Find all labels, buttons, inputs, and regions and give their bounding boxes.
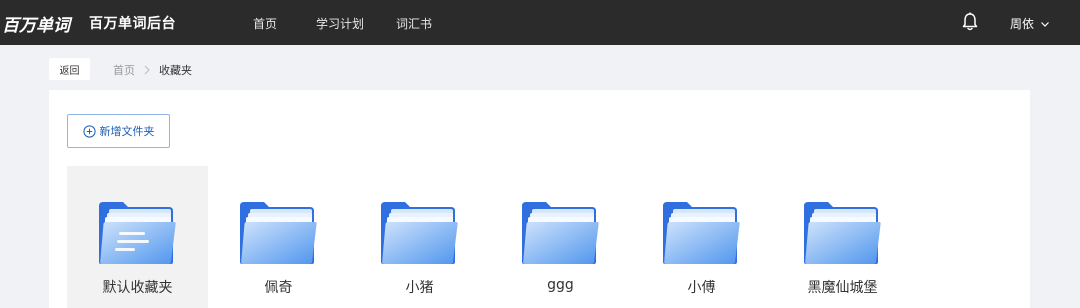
breadcrumb: 首页 收藏夹 xyxy=(113,62,192,78)
folder-item[interactable]: 默认收藏夹 xyxy=(67,166,208,308)
nav-vocabulary-books[interactable]: 词汇书 xyxy=(396,15,432,32)
folder-icon xyxy=(240,202,317,264)
nav-home[interactable]: 首页 xyxy=(253,15,277,32)
folder-item[interactable]: ggg xyxy=(490,166,631,308)
folder-icon xyxy=(663,202,740,264)
folder-icon xyxy=(99,202,176,264)
folder-name: 小傅 xyxy=(687,280,716,296)
chevron-right-icon xyxy=(144,65,150,75)
nav-study-plan[interactable]: 学习计划 xyxy=(316,15,364,32)
folder-icon xyxy=(381,202,458,264)
plus-circle-icon xyxy=(82,124,96,138)
folder-name: 黑魔仙城堡 xyxy=(807,280,878,296)
folder-name: 小猪 xyxy=(405,280,434,296)
favorites-panel: 新增文件夹 默认收藏夹 佩奇 小猪 ggg 小傅 黑魔仙城堡 xyxy=(49,90,1030,308)
bell-icon[interactable] xyxy=(961,12,979,32)
chevron-down-icon xyxy=(1041,21,1049,27)
folder-name: 默认收藏夹 xyxy=(102,280,173,296)
breadcrumb-current: 收藏夹 xyxy=(159,64,192,77)
top-nav-bar: 百万单词 百万单词后台 首页 学习计划 词汇书 周依 xyxy=(0,0,1080,45)
folder-item[interactable]: 佩奇 xyxy=(208,166,349,308)
add-folder-label: 新增文件夹 xyxy=(99,125,155,138)
logo[interactable]: 百万单词 xyxy=(0,9,76,37)
folder-item[interactable]: 小猪 xyxy=(349,166,490,308)
folder-name: ggg xyxy=(547,277,574,293)
user-menu[interactable]: 周依 xyxy=(1010,15,1050,32)
folder-item[interactable]: 黑魔仙城堡 xyxy=(772,166,913,308)
add-folder-button[interactable]: 新增文件夹 xyxy=(67,114,170,148)
logo-text: 百万单词 xyxy=(2,16,73,36)
folder-item[interactable]: 小傅 xyxy=(631,166,772,308)
app-title: 百万单词后台 xyxy=(89,16,176,32)
back-button[interactable]: 返回 xyxy=(49,58,90,80)
folder-icon xyxy=(804,202,881,264)
user-name: 周依 xyxy=(1010,17,1035,31)
breadcrumb-home[interactable]: 首页 xyxy=(113,62,135,78)
folder-icon xyxy=(522,202,599,264)
folder-name: 佩奇 xyxy=(264,280,293,296)
